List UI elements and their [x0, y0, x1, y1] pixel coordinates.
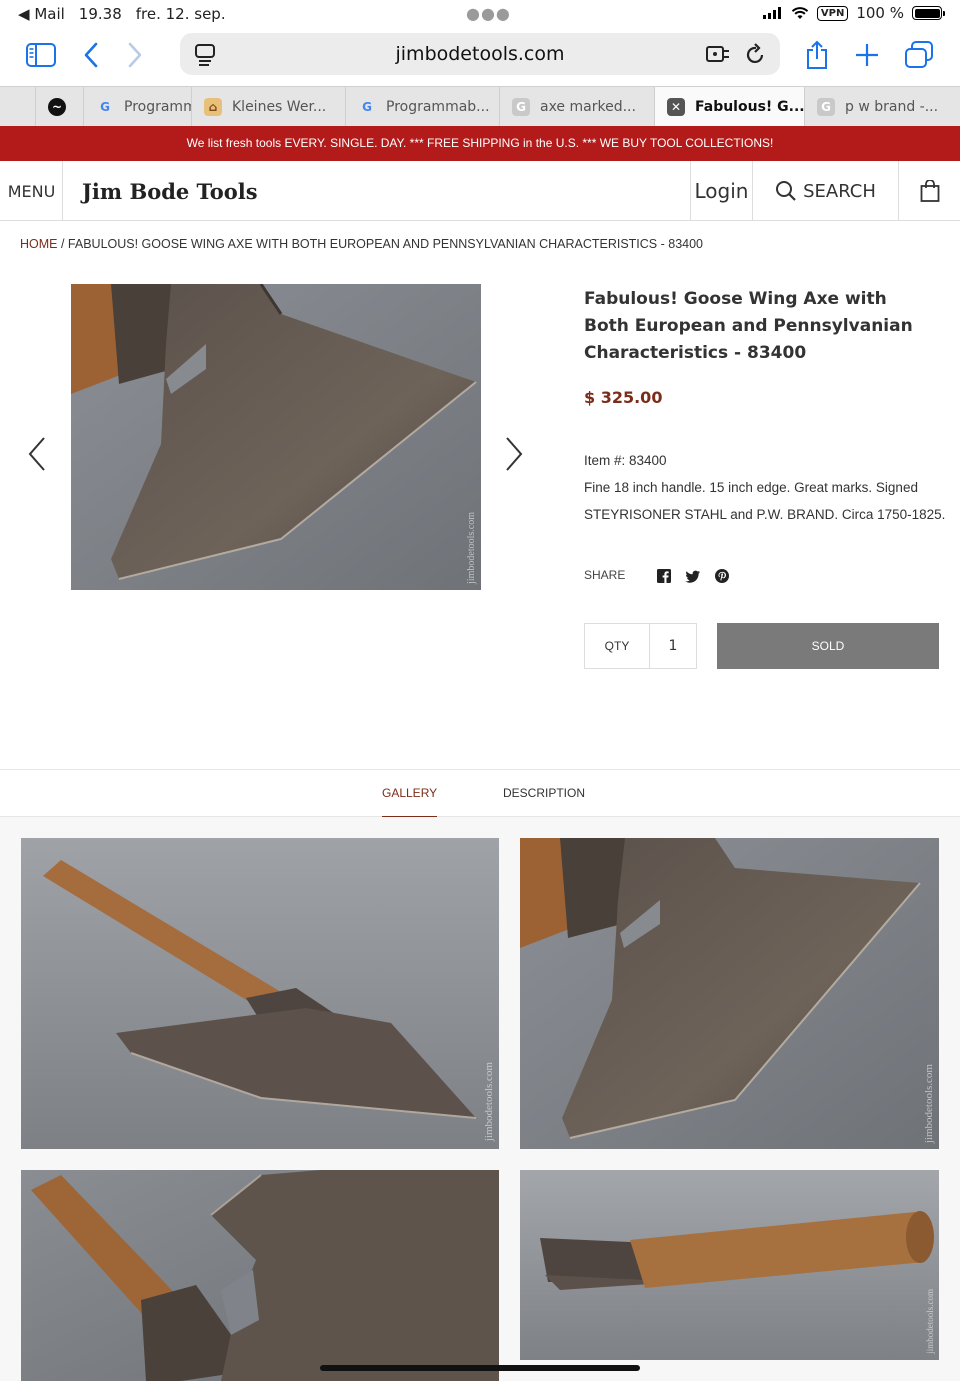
sidebar-icon[interactable] — [22, 38, 60, 72]
tab-programmab[interactable]: G Programmab... — [346, 87, 500, 127]
browser-tab-strip: ~ G Programm ⌂ Kleines Wer... G Programm… — [0, 86, 960, 127]
tab-pw-brand[interactable]: G p w brand -... — [805, 87, 960, 127]
description-line-1: Fine 18 inch handle. 15 inch edge. Great… — [584, 480, 918, 495]
sold-button[interactable]: SOLD — [717, 623, 939, 669]
back-to-app[interactable]: ◀ Mail — [18, 5, 65, 23]
cart-button[interactable] — [898, 161, 960, 221]
status-date: fre. 12. sep. — [135, 5, 226, 23]
description-line-2: STEYRISONER STAHL and P.W. BRAND. Circa … — [584, 507, 946, 522]
share-label: SHARE — [584, 568, 626, 582]
watermark: jimbodetools.com — [466, 512, 477, 584]
axe-closeup-image — [520, 838, 939, 1149]
back-triangle-icon: ◀ — [18, 5, 30, 23]
product-main-image[interactable]: jimbodetools.com — [71, 284, 481, 590]
google-icon: G — [100, 100, 110, 114]
tab-label: Programmab... — [386, 99, 490, 115]
tab-kleines-werk[interactable]: ⌂ Kleines Wer... — [192, 87, 346, 127]
back-app-label: Mail — [34, 5, 65, 23]
tab-pinned[interactable]: ~ — [36, 87, 84, 127]
search-icon — [776, 181, 796, 201]
tab-fabulous-active[interactable]: ✕ Fabulous! G... — [655, 87, 805, 127]
url-text: jimbodetools.com — [395, 43, 565, 65]
home-indicator[interactable] — [320, 1365, 640, 1371]
gallery-image-4[interactable]: jimbodetools.com — [520, 1170, 939, 1360]
breadcrumb: HOME / FABULOUS! GOOSE WING AXE WITH BOT… — [20, 237, 703, 251]
image-prev-arrow[interactable] — [22, 433, 52, 475]
share-icon[interactable] — [798, 38, 836, 72]
chevron-right-icon — [506, 437, 523, 471]
vpn-badge: VPN — [816, 5, 849, 21]
tab-overview-icon[interactable] — [900, 38, 938, 72]
tab-description[interactable]: DESCRIPTION — [503, 786, 585, 800]
breadcrumb-separator: / — [57, 237, 68, 251]
axe-full-view-image — [21, 838, 499, 1149]
battery-percent: 100 % — [856, 4, 904, 22]
pinterest-icon[interactable] — [714, 568, 730, 584]
header-divider — [62, 161, 63, 221]
battery-icon — [912, 6, 945, 20]
tab-edge[interactable] — [0, 87, 36, 127]
watermark: jimbodetools.com — [483, 1061, 495, 1141]
g-placeholder-icon: G — [817, 98, 835, 116]
back-icon[interactable] — [72, 38, 110, 72]
site-logo[interactable]: Jim Bode Tools — [82, 161, 258, 221]
qty-label: QTY — [585, 624, 650, 668]
gallery-image-3[interactable] — [21, 1170, 499, 1381]
reload-icon[interactable] — [746, 43, 766, 65]
gallery-image-1[interactable]: jimbodetools.com — [21, 838, 499, 1149]
breadcrumb-home[interactable]: HOME — [20, 237, 58, 251]
tab-label: axe marked... — [540, 99, 636, 115]
twitter-icon[interactable] — [685, 568, 701, 584]
close-icon[interactable]: ✕ — [667, 98, 685, 116]
tab-label: p w brand -... — [845, 99, 939, 115]
gallery-image-2[interactable]: jimbodetools.com — [520, 838, 939, 1149]
status-bar: ◀ Mail 19.38 fre. 12. sep. ●●● VPN 100 % — [0, 0, 960, 28]
chevron-left-icon — [28, 437, 45, 471]
wifi-icon — [791, 6, 809, 19]
login-link[interactable]: Login — [690, 161, 752, 221]
axe-handle-view-image — [520, 1170, 939, 1360]
item-number: Item #: 83400 — [584, 453, 667, 468]
breadcrumb-current: FABULOUS! GOOSE WING AXE WITH BOTH EUROP… — [67, 237, 704, 251]
shopping-bag-icon — [920, 180, 939, 202]
circle-logo-icon: ~ — [48, 98, 66, 116]
watermark: jimbodetools.com — [923, 1063, 935, 1143]
tab-label: Kleines Wer... — [232, 99, 327, 115]
cellular-signal-icon — [762, 7, 781, 19]
watermark: jimbodetools.com — [925, 1289, 935, 1354]
image-next-arrow[interactable] — [499, 433, 529, 475]
workbench-icon: ⌂ — [204, 98, 222, 116]
forward-icon[interactable] — [116, 38, 154, 72]
tab-programm[interactable]: G Programm — [84, 87, 192, 127]
menu-button[interactable]: MENU — [0, 161, 63, 221]
g-placeholder-icon: G — [512, 98, 530, 116]
tab-gallery[interactable]: GALLERY — [382, 786, 438, 818]
status-time: 19.38 — [78, 5, 122, 23]
extension-icon[interactable] — [706, 44, 732, 64]
quantity-field[interactable]: QTY 1 — [584, 623, 697, 669]
address-bar[interactable]: jimbodetools.com — [180, 33, 780, 75]
qty-input[interactable]: 1 — [650, 624, 696, 668]
facebook-icon[interactable] — [656, 568, 672, 584]
tab-label: Programm — [124, 99, 192, 115]
tab-label: Fabulous! G... — [695, 99, 805, 115]
site-header: MENU Jim Bode Tools Login SEARCH — [0, 161, 960, 221]
product-tabs: GALLERY DESCRIPTION — [0, 769, 960, 818]
promo-banner: We list fresh tools EVERY. SINGLE. DAY. … — [0, 126, 960, 161]
product-title: Fabulous! Goose Wing Axe with Both Europ… — [584, 289, 913, 363]
axe-angle-view-image — [21, 1170, 499, 1381]
multitask-dots-icon[interactable]: ●●● — [466, 4, 511, 23]
search-button[interactable]: SEARCH — [752, 161, 898, 221]
new-tab-icon[interactable] — [848, 38, 886, 72]
browser-toolbar: jimbodetools.com — [0, 28, 960, 86]
search-label: SEARCH — [803, 180, 876, 202]
tab-axe-marked[interactable]: G axe marked... — [500, 87, 655, 127]
axe-closeup-image — [71, 284, 481, 590]
product-price: $ 325.00 — [584, 388, 663, 407]
google-icon: G — [362, 100, 372, 114]
